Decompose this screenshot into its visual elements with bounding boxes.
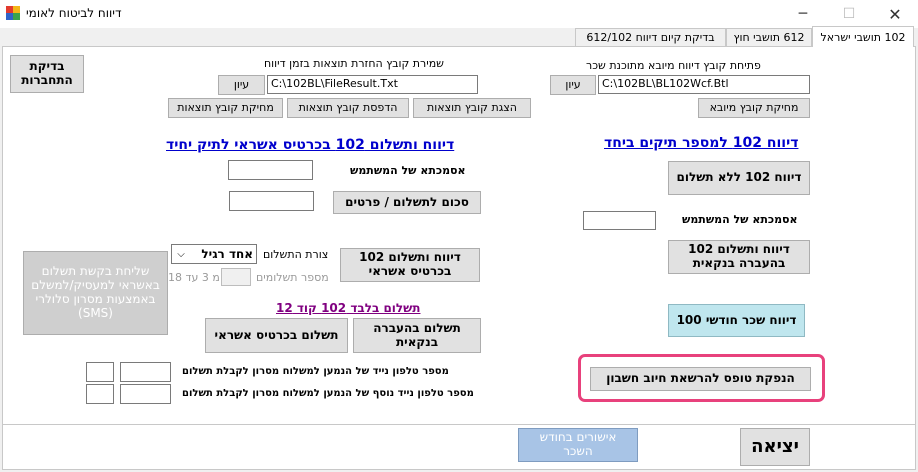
phone1-number-input[interactable]: [120, 362, 171, 382]
payment-method-select[interactable]: ⌵ אחד רגיל: [171, 244, 257, 264]
app-icon: [6, 6, 20, 20]
minimize-icon: ─: [798, 6, 808, 22]
installments-label: מספר תשלומים: [256, 271, 329, 284]
payment-only-link[interactable]: תשלום בלבד 102 קוד 12: [276, 301, 420, 315]
amount-details-button[interactable]: סכום לתשלום / פרטים: [333, 191, 481, 214]
pay-bank-transfer-button[interactable]: תשלום בהעברה בנקאית: [353, 318, 481, 353]
report-bank-transfer-button[interactable]: דיווח ותשלום 102 בהעברה בנקאית: [668, 240, 810, 274]
tab-israeli-residents[interactable]: 102 תושבי ישראל: [812, 26, 914, 47]
credit-section-title[interactable]: דיווח ותשלום 102 בכרטיס אשראי לתיק יחיד: [166, 137, 454, 153]
minimize-button[interactable]: ─: [780, 0, 826, 28]
print-results-file-button[interactable]: הדפסת קובץ תוצאות: [287, 98, 409, 118]
phone1-prefix-input[interactable]: [86, 362, 114, 382]
delete-import-file-button[interactable]: מחיקת קובץ מיובא: [698, 98, 810, 118]
payment-method-label: צורת התשלום: [263, 248, 329, 261]
multi-files-section-title[interactable]: דיווח 102 למספר תיקים ביחד: [604, 135, 798, 151]
delete-results-file-button[interactable]: מחיקת קובץ תוצאות: [168, 98, 283, 118]
tab-foreign-residents[interactable]: 612 תושבי חוץ: [726, 28, 812, 46]
credit-user-reference-input[interactable]: [228, 160, 313, 180]
report-no-payment-button[interactable]: דיווח 102 ללא תשלום: [668, 161, 810, 195]
phone2-number-input[interactable]: [120, 384, 171, 404]
payment-amount-input[interactable]: [229, 191, 314, 211]
phone2-prefix-input[interactable]: [86, 384, 114, 404]
multi-user-reference-input[interactable]: [583, 211, 656, 230]
exit-button[interactable]: יציאה: [740, 428, 810, 466]
multi-user-reference-label: אסמכתא של המשתמש: [682, 213, 798, 226]
window-title: דיווח לביטוח לאומי: [26, 6, 122, 20]
direct-debit-form-button[interactable]: הנפקת טופס להרשאת חיוב חשבון: [590, 367, 811, 391]
monthly-salary-report-button[interactable]: דיווח שכר חודשי 100: [668, 304, 805, 337]
footer-divider: [2, 424, 916, 425]
results-browse-button[interactable]: עיון: [218, 75, 265, 95]
results-file-label: שמירת קובץ החזרת תוצאות בזמן דיווח: [264, 57, 444, 70]
phone2-label: מספר טלפון נייד נוסף של הנמען למשלוח מסר…: [182, 388, 474, 399]
phone1-label: מספר טלפון נייד של הנמען למשלוח מסרון לק…: [182, 366, 449, 377]
maximize-button[interactable]: ☐: [826, 0, 872, 28]
salary-month-confirmations-button[interactable]: אישורים בחודש השכר: [518, 428, 638, 462]
results-file-path-input[interactable]: C:\102BL\FileResult.Txt: [267, 75, 478, 94]
credit-user-reference-label: אסמכתא של המשתמש: [350, 164, 466, 177]
import-browse-button[interactable]: עיון: [550, 75, 596, 95]
close-icon: ✕: [888, 4, 902, 24]
close-button[interactable]: ✕: [872, 0, 918, 28]
installments-hint: מ 3 עד 18: [168, 271, 220, 284]
import-file-path-input[interactable]: C:\102BL\BL102Wcf.Btl: [598, 75, 810, 94]
installments-input[interactable]: [221, 268, 251, 286]
maximize-icon: ☐: [842, 6, 856, 22]
pay-credit-card-button[interactable]: תשלום בכרטיס אשראי: [205, 318, 348, 353]
tab-report-check[interactable]: בדיקת קיום דיווח 612/102: [575, 28, 726, 46]
sms-payment-request-button: שליחת בקשת תשלום באשראי למעסיק/למשלם באמ…: [23, 251, 168, 335]
report-credit-card-button[interactable]: דיווח ותשלום 102 בכרטיס אשראי: [340, 248, 480, 282]
payment-method-value: אחד רגיל: [201, 247, 253, 261]
import-file-label: פתיחת קובץ דיווח מיובא מתוכנת שכר: [586, 59, 761, 72]
show-results-file-button[interactable]: הצגת קובץ תוצאות: [413, 98, 531, 118]
chevron-down-icon: ⌵: [177, 248, 185, 260]
connection-check-button[interactable]: בדיקת התחברות: [10, 55, 84, 93]
